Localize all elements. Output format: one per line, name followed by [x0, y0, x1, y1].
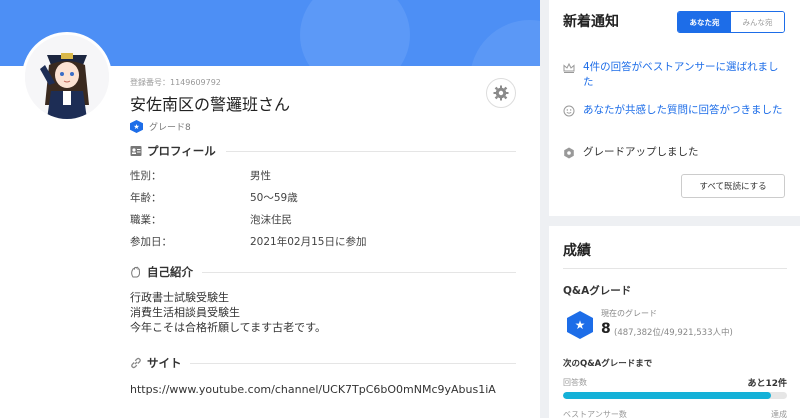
gear-icon [493, 85, 509, 101]
page-title: 安佐南区の警邏班さん [130, 95, 291, 114]
intro-section-title: 自己紹介 [130, 264, 193, 280]
grade-rank: (487,382位/49,921,533人中) [614, 328, 733, 338]
next-grade-label: 次のQ&Aグレードまで [563, 359, 653, 369]
self-introduction: 行政書士試験受験生 消費生活相談員受験生 今年こそは合格祈願してます古老です。 [130, 291, 327, 334]
notification-text[interactable]: 4件の回答がベストアンサーに選ばれました [583, 60, 783, 90]
notification-item[interactable]: グレードアップしました [563, 145, 783, 160]
occupation-label: 職業： [130, 214, 162, 226]
profile-card-icon [130, 146, 142, 156]
avatar[interactable] [22, 32, 112, 122]
answers-progress-fill [563, 392, 772, 399]
profile-card: 登録番号：1149609792 安佐南区の警邏班さん ★ グレード8 プロフィー… [0, 0, 540, 418]
link-icon [131, 357, 141, 369]
site-section-label: サイト [147, 356, 182, 370]
settings-button[interactable] [486, 78, 516, 108]
join-date-value: 2021年02月15日に参加 [250, 236, 367, 248]
answers-remaining: あと12件 [747, 379, 787, 389]
hand-wave-icon [131, 266, 141, 278]
grade-label: グレード8 [149, 123, 191, 133]
grade-hex-icon: ★ [567, 311, 593, 339]
profile-section-title: プロフィール [130, 143, 216, 159]
qa-grade-label: Q&Aグレード [563, 285, 632, 297]
results-card: 成績 Q&Aグレード ★ 現在のグレード 8 (487,382位/49,921,… [549, 226, 800, 418]
crown-icon [563, 62, 575, 73]
tab-to-you[interactable]: あなた宛 [678, 12, 731, 32]
notification-text[interactable]: あなたが共感した質問に回答がつきました [583, 103, 783, 118]
gender-value: 男性 [250, 170, 271, 182]
divider [190, 363, 516, 364]
registration-number: 登録番号：1149609792 [130, 78, 221, 87]
grade-hex-icon: ★ [130, 120, 143, 133]
achieved-label: 達成 [771, 410, 787, 418]
divider [563, 268, 787, 269]
notification-text[interactable]: グレードアップしました [583, 145, 783, 160]
gear-icon [564, 147, 574, 159]
results-title: 成績 [563, 243, 591, 259]
mark-all-read-button[interactable]: すべて既読にする [681, 174, 785, 198]
divider [226, 151, 516, 152]
divider [202, 272, 516, 273]
tab-to-everyone[interactable]: みんな宛 [731, 12, 784, 32]
join-date-label: 参加日： [130, 236, 172, 248]
gender-label: 性別： [130, 170, 162, 182]
answers-progress-bar [563, 392, 787, 399]
age-label: 年齢： [130, 192, 162, 204]
grade-row[interactable]: ★ グレード8 [130, 120, 191, 133]
grade-value: 8 [601, 321, 611, 337]
site-url-link[interactable]: https://www.youtube.com/channel/UCK7TpC6… [130, 381, 520, 398]
age-value: 50〜59歳 [250, 192, 298, 204]
notification-item[interactable]: 4件の回答がベストアンサーに選ばれました [563, 60, 783, 90]
occupation-value: 泡沫住民 [250, 214, 292, 226]
answers-label: 回答数 [563, 378, 587, 387]
current-grade-label: 現在のグレード [601, 309, 657, 318]
site-section-title: サイト [130, 355, 182, 371]
notification-item[interactable]: あなたが共感した質問に回答がつきました [563, 103, 783, 118]
intro-section-label: 自己紹介 [147, 265, 193, 279]
notification-tabs: あなた宛 みんな宛 [677, 11, 785, 33]
best-answers-label: ベストアンサー数 [563, 410, 627, 418]
notifications-title: 新着通知 [563, 14, 619, 30]
smile-icon [563, 105, 575, 117]
profile-section-label: プロフィール [147, 144, 216, 158]
